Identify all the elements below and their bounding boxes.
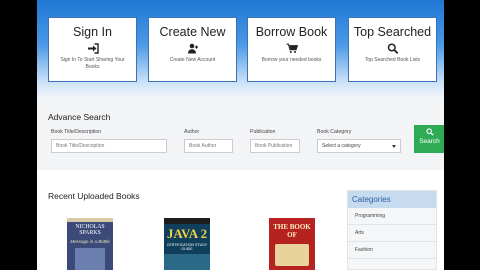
create-new-card[interactable]: Create New Create New Account xyxy=(148,17,237,82)
card-description: Create New Account xyxy=(169,57,216,63)
card-description: Top Searched Book Lists xyxy=(364,57,421,63)
search-button-label: Search xyxy=(419,138,440,145)
publication-field-label: Publication xyxy=(250,129,276,135)
card-description: Borrow your needed books xyxy=(261,57,322,63)
sign-in-icon xyxy=(87,43,99,54)
category-item-arts[interactable]: Arts xyxy=(348,225,436,242)
advance-search-title: Advance Search xyxy=(48,112,111,122)
title-field[interactable] xyxy=(51,139,167,153)
categories-title: Categories xyxy=(348,191,436,208)
categories-panel: Categories Programming Arts Fashion xyxy=(347,190,437,270)
book-cover-3[interactable]: THE BOOK OF xyxy=(269,218,315,270)
sign-in-card[interactable]: Sign In Sign In To Start Sharing Your Bo… xyxy=(48,17,137,82)
category-item-fashion[interactable]: Fashion xyxy=(348,242,436,259)
borrow-book-card[interactable]: Borrow Book Borrow your needed books xyxy=(247,17,336,82)
category-select[interactable]: Select a category xyxy=(317,139,401,153)
recent-books-title: Recent Uploaded Books xyxy=(48,191,140,201)
card-title: Sign In xyxy=(73,25,112,39)
book-title: JAVA 2 xyxy=(166,226,208,241)
title-field-label: Book Title/Description xyxy=(51,129,102,135)
cart-icon xyxy=(286,43,298,53)
chevron-down-icon xyxy=(392,145,396,148)
card-description: Sign In To Start Sharing Your Books xyxy=(60,57,125,70)
search-button[interactable]: Search xyxy=(414,125,444,153)
card-title: Borrow Book xyxy=(255,25,328,39)
book-title: THE BOOK OF xyxy=(273,223,311,239)
book-cover-2[interactable]: JAVA 2 CERTIFICATION STUDY GUIDE xyxy=(164,218,210,270)
category-item-programming[interactable]: Programming xyxy=(348,208,436,225)
hero-band: Sign In Sign In To Start Sharing Your Bo… xyxy=(37,0,444,98)
top-searched-card[interactable]: Top Searched Top Searched Book Lists xyxy=(348,17,437,82)
book-cover-1[interactable]: NICHOLAS SPARKS Message in a Bottle xyxy=(67,218,113,270)
author-field[interactable] xyxy=(184,139,233,153)
card-title: Top Searched xyxy=(353,25,432,39)
recent-section: Recent Uploaded Books NICHOLAS SPARKS Me… xyxy=(37,170,444,270)
category-field-label: Book Category xyxy=(317,129,352,135)
book-author: NICHOLAS SPARKS xyxy=(75,224,105,236)
search-icon xyxy=(425,128,434,136)
publication-field[interactable] xyxy=(250,139,300,153)
card-title: Create New xyxy=(159,25,226,39)
advance-search-section: Advance Search Book Title/Description Au… xyxy=(37,98,444,170)
category-select-value: Select a category xyxy=(322,143,361,149)
search-icon xyxy=(387,43,398,54)
page: Sign In Sign In To Start Sharing Your Bo… xyxy=(37,0,444,270)
book-subtitle: CERTIFICATION STUDY GUIDE xyxy=(166,243,208,251)
book-title: Message in a Bottle xyxy=(70,239,110,244)
author-field-label: Author xyxy=(184,129,200,135)
user-plus-icon xyxy=(187,43,198,54)
